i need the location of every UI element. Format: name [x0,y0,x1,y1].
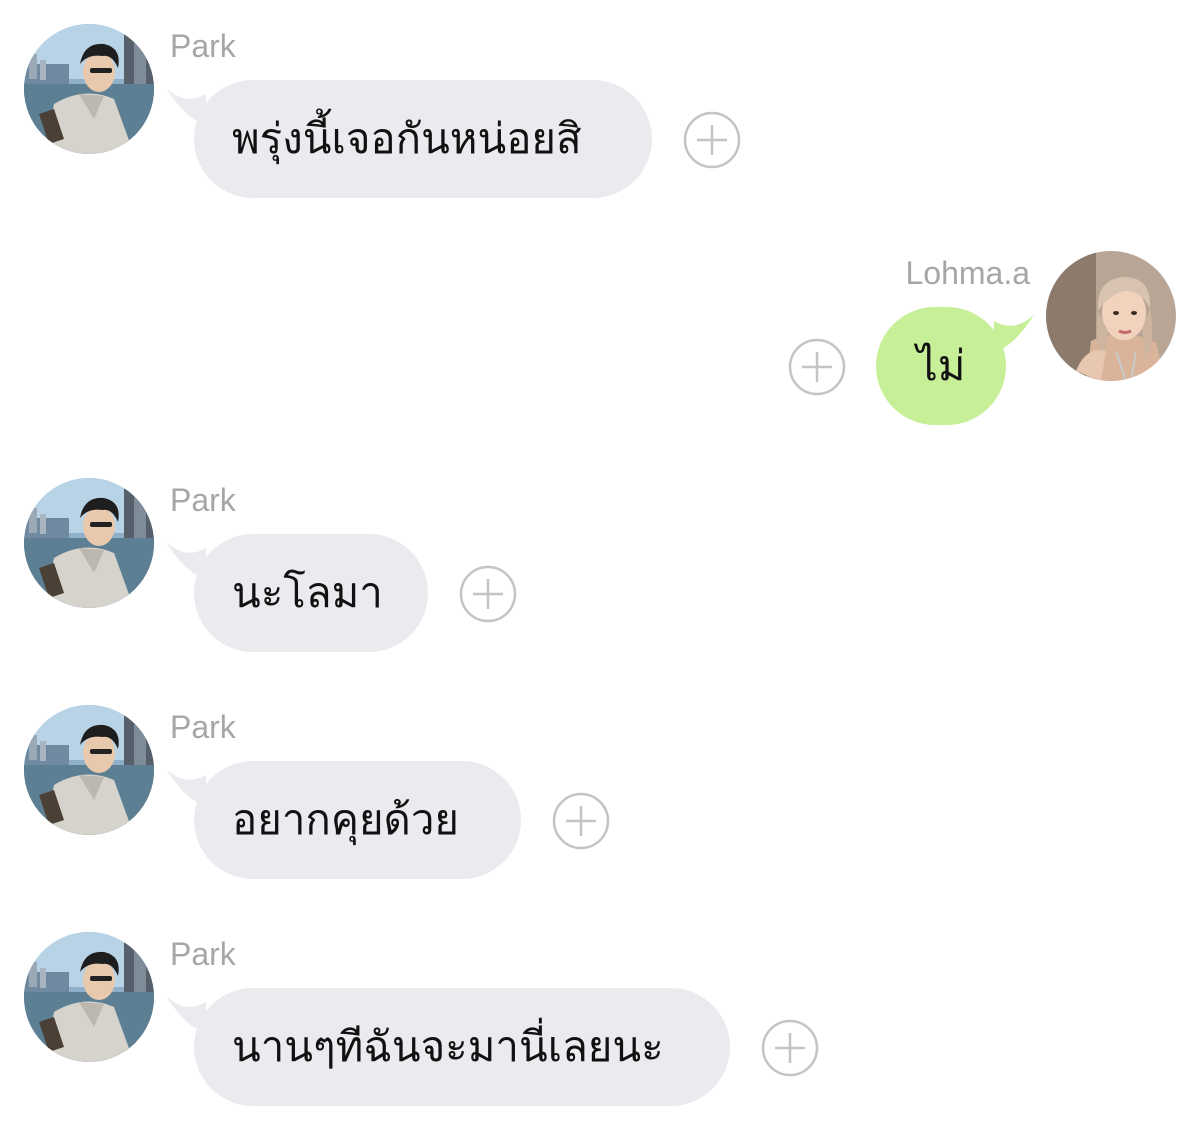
plus-circle-icon[interactable] [683,111,741,169]
sender-name: Lohma.a [905,255,1030,291]
plus-circle-icon[interactable] [788,338,846,396]
avatar-park[interactable] [24,705,154,835]
sender-name: Park [170,28,236,64]
avatar-park[interactable] [24,24,154,154]
avatar-park[interactable] [24,478,154,608]
message-bubble[interactable]: ไม่ [876,307,1006,425]
plus-circle-icon[interactable] [459,565,517,623]
message-bubble[interactable]: นานๆทีฉันจะมานี่เลยนะ [194,988,730,1106]
plus-circle-icon[interactable] [552,792,610,850]
avatar-lohma[interactable] [1046,251,1176,381]
message-bubble[interactable]: พรุ่งนี้เจอกันหน่อยสิ [194,80,652,198]
sender-name: Park [170,936,236,972]
sender-name: Park [170,709,236,745]
sender-name: Park [170,482,236,518]
plus-circle-icon[interactable] [761,1019,819,1077]
message-bubble[interactable]: นะโลมา [194,534,428,652]
avatar-park[interactable] [24,932,154,1062]
message-bubble[interactable]: อยากคุยด้วย [194,761,521,879]
